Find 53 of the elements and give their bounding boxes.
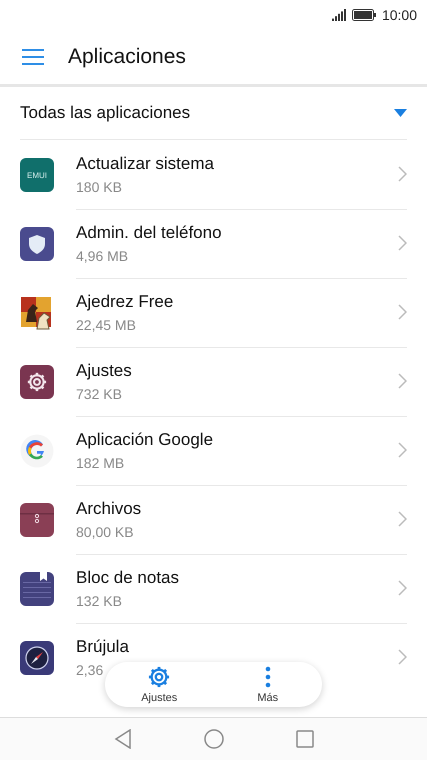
home-button[interactable]: [204, 729, 224, 749]
more-button[interactable]: Más: [228, 666, 308, 704]
dropdown-icon[interactable]: [394, 109, 407, 117]
signal-icon: [332, 9, 346, 21]
emui-icon: EMUI: [20, 158, 54, 192]
battery-icon: [352, 9, 376, 21]
app-size: 80,00 KB: [76, 524, 134, 540]
notepad-icon: [20, 572, 54, 606]
chevron-right-icon: [398, 235, 407, 251]
screen-title: Aplicaciones: [68, 45, 186, 69]
app-row[interactable]: Bloc de notas 132 KB: [0, 554, 427, 623]
app-row[interactable]: Ajedrez Free 22,45 MB: [0, 278, 427, 347]
app-name: Actualizar sistema: [76, 154, 214, 174]
chevron-right-icon: [398, 166, 407, 182]
google-icon: [20, 434, 54, 468]
status-time: 10:00: [382, 7, 417, 23]
chevron-right-icon: [398, 373, 407, 389]
app-name: Brújula: [76, 636, 129, 656]
settings-icon: [148, 666, 170, 688]
app-name: Archivos: [76, 498, 142, 518]
app-row[interactable]: Ajustes 732 KB: [0, 347, 427, 416]
more-icon: [264, 666, 271, 688]
app-name: Aplicación Google: [76, 430, 214, 450]
chevron-right-icon: [398, 649, 407, 665]
chevron-right-icon: [398, 511, 407, 527]
app-size: 732 KB: [76, 386, 122, 402]
app-size: 132 KB: [76, 592, 122, 608]
app-name: Ajedrez Free: [76, 292, 174, 312]
shield-icon: [20, 226, 54, 260]
settings-button[interactable]: Ajustes: [119, 666, 200, 704]
recents-button[interactable]: [296, 730, 314, 748]
chevron-right-icon: [398, 442, 407, 458]
filter-label[interactable]: Todas las aplicaciones: [20, 103, 190, 123]
chevron-right-icon: [398, 304, 407, 320]
app-size: 22,45 MB: [76, 316, 136, 332]
chess-icon: [20, 296, 54, 330]
menu-icon[interactable]: [22, 49, 44, 65]
app-name: Admin. del teléfono: [76, 222, 222, 242]
app-size: 2,36: [76, 662, 104, 678]
folder-icon: [20, 502, 54, 536]
settings-icon: [20, 364, 54, 398]
app-name: Bloc de notas: [76, 568, 180, 588]
app-row[interactable]: EMUI Actualizar sistema 180 KB: [0, 140, 427, 209]
app-size: 180 KB: [76, 178, 122, 194]
app-size: 182 MB: [76, 454, 124, 470]
back-button[interactable]: [114, 729, 132, 749]
chevron-right-icon: [398, 580, 407, 596]
app-size: 4,96 MB: [76, 248, 128, 264]
compass-icon: [20, 640, 54, 674]
app-row[interactable]: Admin. del teléfono 4,96 MB: [0, 209, 427, 278]
app-name: Ajustes: [76, 360, 132, 380]
app-row[interactable]: Aplicación Google 182 MB: [0, 416, 427, 485]
app-row[interactable]: Archivos 80,00 KB: [0, 485, 427, 554]
